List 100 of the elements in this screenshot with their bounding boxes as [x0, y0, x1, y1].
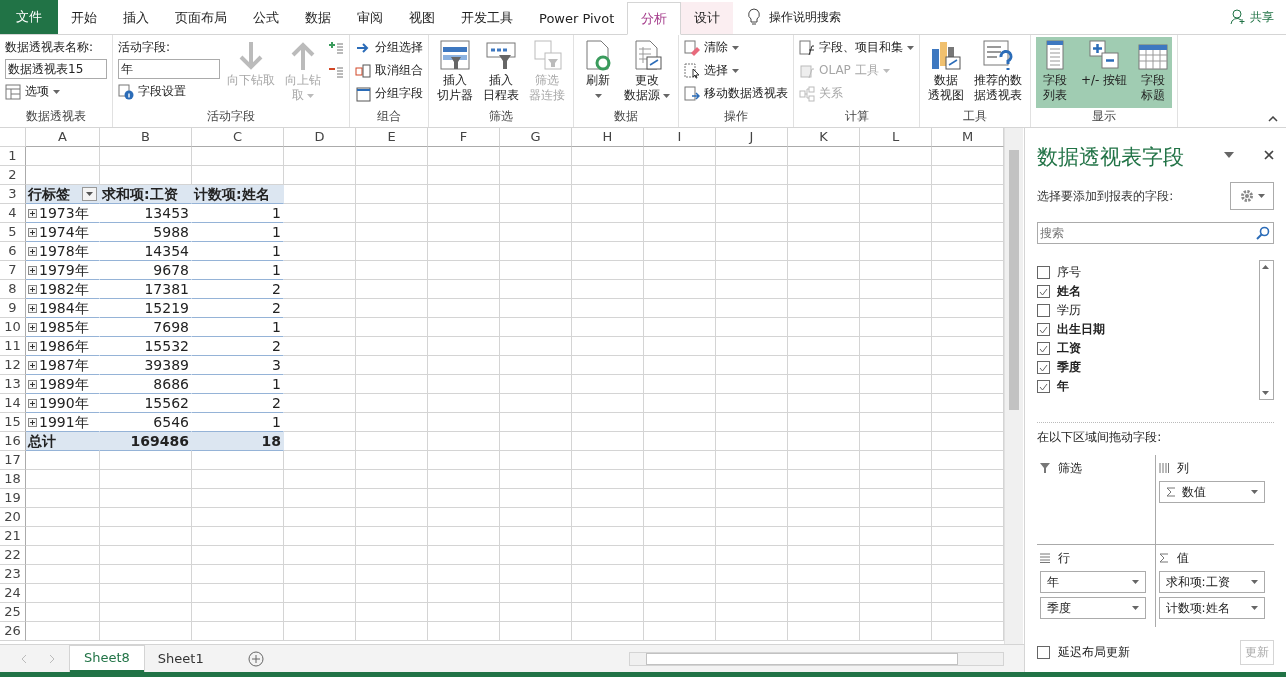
- ribbon-tab[interactable]: 公式: [240, 2, 292, 34]
- row-number[interactable]: 22: [0, 546, 26, 565]
- ribbon-tab[interactable]: 设计: [681, 2, 734, 34]
- column-header[interactable]: K: [788, 128, 860, 147]
- share-button[interactable]: 共享: [1230, 0, 1274, 34]
- row-number[interactable]: 15: [0, 413, 26, 432]
- ribbon-tab[interactable]: 分析: [627, 2, 682, 35]
- field-checkbox[interactable]: [1037, 285, 1051, 298]
- expand-icon[interactable]: [28, 303, 37, 313]
- row-number[interactable]: 4: [0, 204, 26, 223]
- ribbon-large-button[interactable]: 推荐的数 据透视表: [971, 37, 1025, 105]
- column-header[interactable]: I: [644, 128, 716, 147]
- ribbon-button[interactable]: 分组选择: [355, 37, 423, 58]
- row-number[interactable]: 17: [0, 451, 26, 470]
- column-header[interactable]: C: [192, 128, 284, 147]
- ribbon-large-button[interactable]: 数据 透视图: [925, 37, 967, 105]
- ribbon-tab[interactable]: 数据: [292, 2, 344, 34]
- row-number[interactable]: 13: [0, 375, 26, 394]
- row-number[interactable]: 6: [0, 242, 26, 261]
- column-header[interactable]: J: [716, 128, 788, 147]
- ribbon-tab[interactable]: 开发工具: [448, 2, 526, 34]
- row-number[interactable]: 1: [0, 147, 26, 166]
- column-header[interactable]: H: [572, 128, 644, 147]
- ribbon-tab[interactable]: 页面布局: [162, 2, 240, 34]
- area-field-button[interactable]: 季度: [1040, 597, 1147, 619]
- settings-button[interactable]: [1230, 182, 1274, 210]
- area-field-button[interactable]: 计数项:姓名: [1158, 597, 1265, 619]
- row-number[interactable]: 5: [0, 223, 26, 242]
- row-number[interactable]: 11: [0, 337, 26, 356]
- ribbon-large-button[interactable]: 插入 日程表: [480, 37, 522, 105]
- expand-icon[interactable]: [28, 417, 37, 427]
- expand-icon[interactable]: [28, 284, 37, 294]
- row-number[interactable]: 10: [0, 318, 26, 337]
- row-number[interactable]: 26: [0, 622, 26, 641]
- ribbon-tab[interactable]: 审阅: [344, 2, 396, 34]
- vertical-scrollbar[interactable]: [1004, 128, 1023, 644]
- defer-checkbox[interactable]: [1037, 645, 1051, 659]
- collapse-ribbon-icon[interactable]: [1268, 116, 1278, 122]
- ribbon-tab[interactable]: 文件: [0, 0, 58, 34]
- row-number[interactable]: 23: [0, 565, 26, 584]
- row-number[interactable]: 19: [0, 489, 26, 508]
- pane-menu-icon[interactable]: [1224, 152, 1234, 158]
- row-number[interactable]: 12: [0, 356, 26, 375]
- row-number[interactable]: 7: [0, 261, 26, 280]
- row-number[interactable]: 20: [0, 508, 26, 527]
- row-number[interactable]: 18: [0, 470, 26, 489]
- expand-icon[interactable]: [28, 360, 37, 370]
- ribbon-large-button[interactable]: 插入 切片器: [434, 37, 476, 105]
- ribbon-button[interactable]: 清除: [684, 37, 788, 58]
- ribbon-button[interactable]: 分组字段: [355, 83, 423, 104]
- expand-icon[interactable]: [28, 227, 37, 237]
- field-checkbox[interactable]: [1037, 342, 1051, 355]
- add-sheet-icon[interactable]: [247, 650, 264, 667]
- ribbon-large-button[interactable]: 更改 数据源: [621, 37, 673, 105]
- area-field-button[interactable]: 年: [1040, 571, 1147, 593]
- search-field[interactable]: 搜索: [1037, 222, 1274, 244]
- expand-icon[interactable]: [28, 379, 37, 389]
- field-list-scrollbar[interactable]: [1259, 260, 1274, 400]
- horizontal-scrollbar[interactable]: [629, 651, 1005, 666]
- field-checkbox[interactable]: [1037, 266, 1051, 279]
- field-checkbox[interactable]: [1037, 361, 1051, 374]
- field-checkbox[interactable]: [1037, 380, 1051, 393]
- row-number[interactable]: 9: [0, 299, 26, 318]
- sheet-tab[interactable]: Sheet1: [143, 645, 218, 672]
- column-header[interactable]: G: [500, 128, 572, 147]
- field-checkbox[interactable]: [1037, 323, 1051, 336]
- column-header[interactable]: D: [284, 128, 356, 147]
- ribbon-tab[interactable]: Power Pivot: [526, 2, 628, 34]
- ribbon-button[interactable]: 字段设置: [118, 81, 220, 102]
- row-number[interactable]: 21: [0, 527, 26, 546]
- tell-me-search[interactable]: 操作说明搜索: [769, 8, 842, 26]
- ribbon-button[interactable]: 选项: [5, 81, 107, 102]
- column-header[interactable]: E: [356, 128, 428, 147]
- column-header[interactable]: F: [428, 128, 500, 147]
- ribbon-button[interactable]: 移动数据透视表: [684, 83, 788, 104]
- ribbon-button[interactable]: 字段、项目和集: [799, 37, 914, 58]
- name-field[interactable]: 数据透视表15: [5, 59, 107, 79]
- column-header[interactable]: B: [100, 128, 192, 147]
- filter-dropdown-icon[interactable]: [82, 187, 97, 201]
- close-icon[interactable]: [1264, 150, 1274, 160]
- row-number[interactable]: 14: [0, 394, 26, 413]
- expand-icon[interactable]: [28, 246, 37, 256]
- expand-icon[interactable]: [28, 322, 37, 332]
- column-header[interactable]: L: [860, 128, 932, 147]
- area-field-button[interactable]: 求和项:工资: [1158, 571, 1265, 593]
- row-number[interactable]: 25: [0, 603, 26, 622]
- row-number[interactable]: 8: [0, 280, 26, 299]
- field-checkbox[interactable]: [1037, 304, 1051, 317]
- ribbon-tab[interactable]: 插入: [110, 2, 162, 34]
- row-number[interactable]: 2: [0, 166, 26, 185]
- area-field-button[interactable]: 数值: [1158, 481, 1265, 503]
- sheet-tab[interactable]: Sheet8: [70, 645, 144, 672]
- ribbon-button[interactable]: 取消组合: [355, 60, 423, 81]
- expand-icon[interactable]: [28, 341, 37, 351]
- expand-icon[interactable]: [28, 398, 37, 408]
- ribbon-button[interactable]: 选择: [684, 60, 788, 81]
- column-header[interactable]: A: [26, 128, 100, 147]
- ribbon-tab[interactable]: 开始: [58, 2, 110, 34]
- row-number[interactable]: 24: [0, 584, 26, 603]
- expand-icon[interactable]: [28, 208, 37, 218]
